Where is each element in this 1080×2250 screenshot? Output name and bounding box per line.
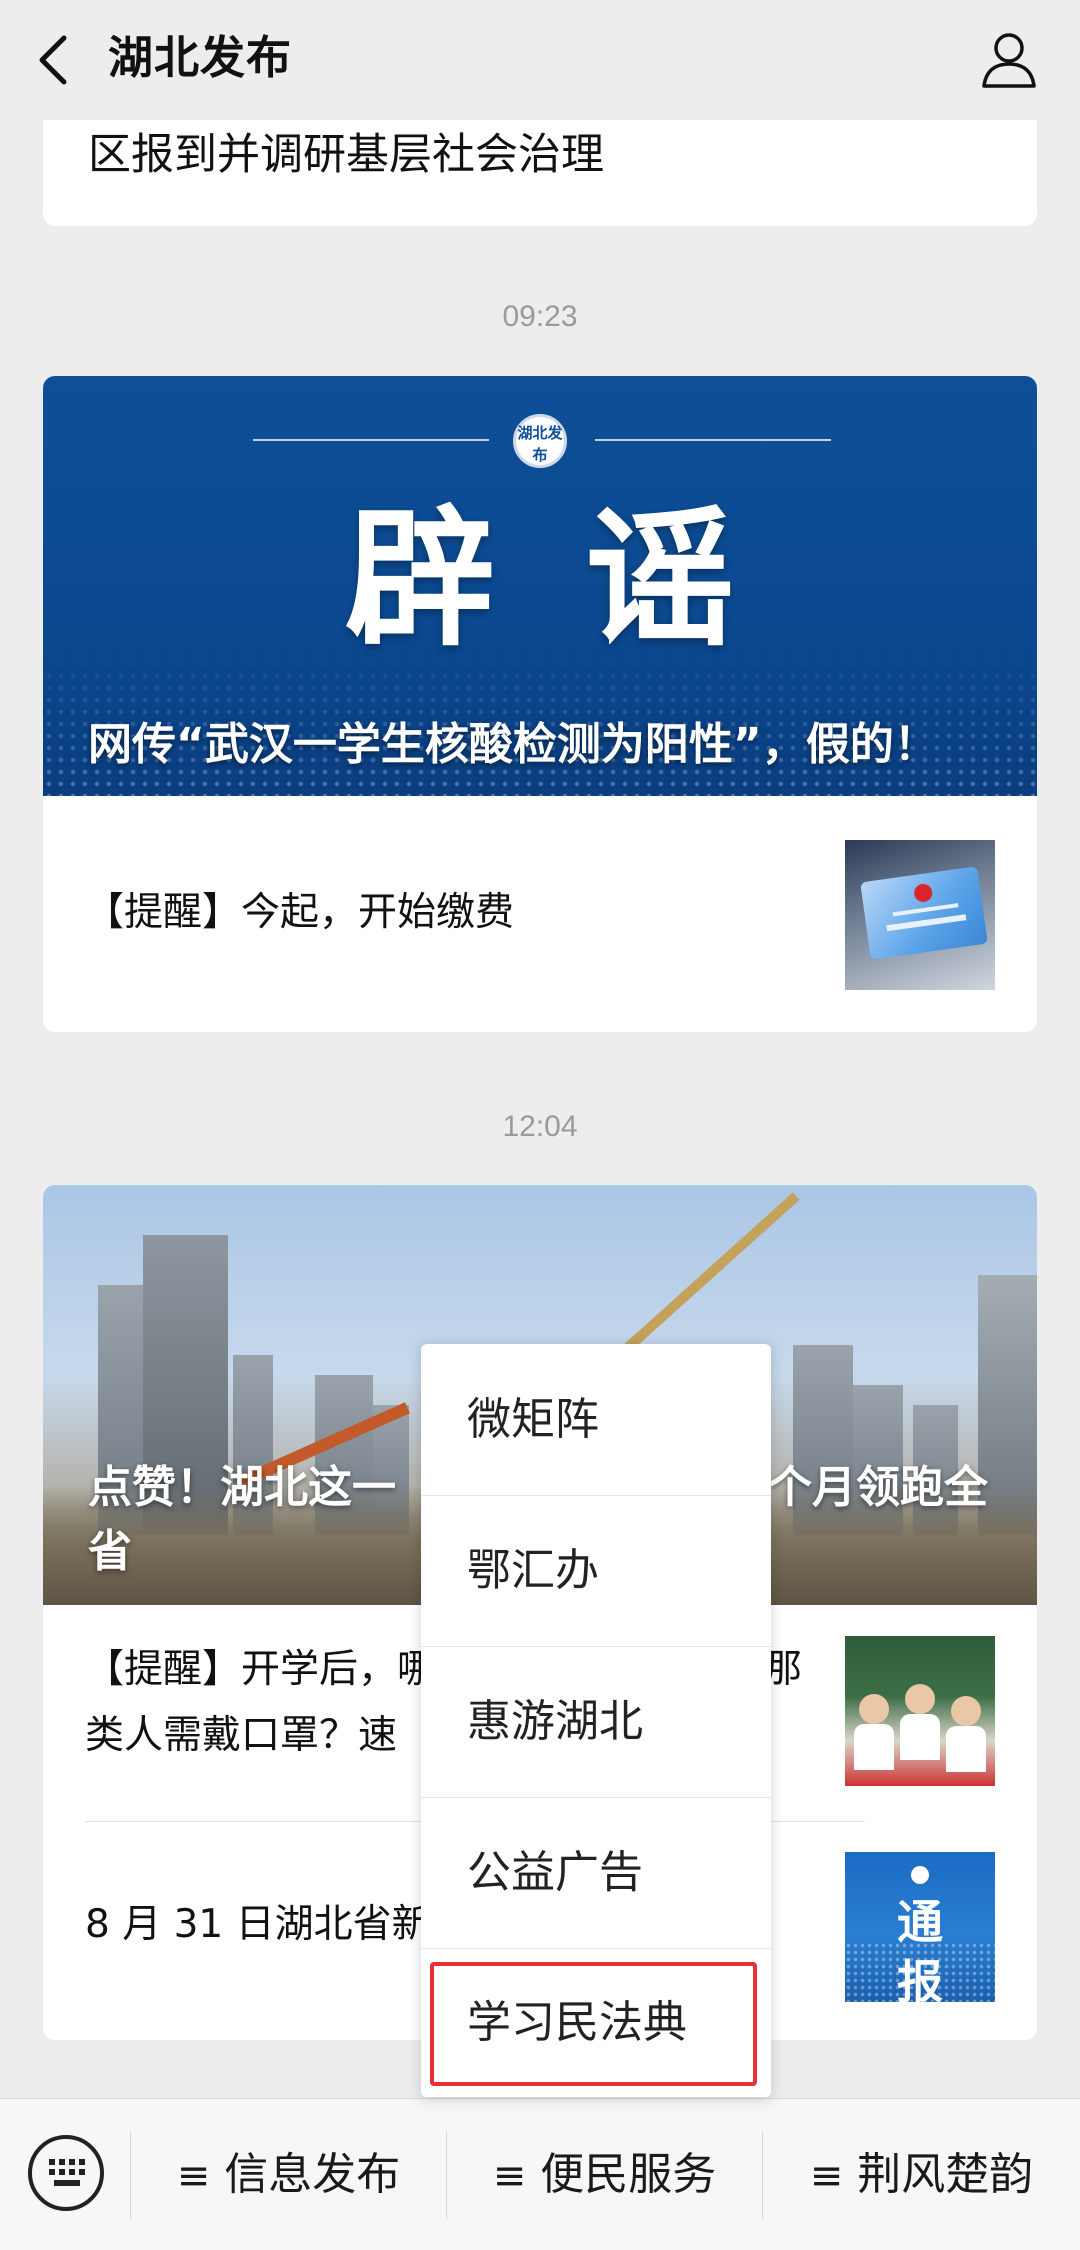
keyboard-toggle-button[interactable] [28,2135,104,2211]
submenu-item-travel-hubei[interactable]: 惠游湖北 [421,1646,771,1797]
menu-label: 信息发布 [224,2149,401,2200]
banner-line-right [595,439,831,441]
message-time: 12:04 [502,1110,578,1143]
bottom-menu-bar: ≡ 信息发布 ≡ 便民服务 ≡ 荆风楚韵 [0,2098,1080,2250]
message-time: 09:23 [502,300,578,333]
rumor-banner-image[interactable]: 湖北发布 辟谣 网传“武汉一学生核酸检测为阳性”，假的！ [43,376,1037,796]
highlight-box [430,1962,757,2086]
rumor-big-title: 辟谣 [344,491,825,667]
menu-icon: ≡ [809,2153,844,2199]
article-card-rumor: 湖北发布 辟谣 网传“武汉一学生核酸检测为阳性”，假的！ 【提醒】今起，开始缴费 [43,376,1037,1032]
profile-icon[interactable] [976,26,1042,92]
city-banner-caption-line2: 省 [88,1526,132,1577]
rumor-banner-caption: 网传“武汉一学生核酸检测为阳性”，假的！ [88,719,938,770]
submenu-item-ehuiban[interactable]: 鄂汇办 [421,1495,771,1646]
back-arrow-icon[interactable] [28,28,78,92]
page-title: 湖北发布 [108,31,293,84]
menu-label: 荆风楚韵 [857,2149,1034,2200]
list-item-title-line1: 【提醒】开学后，哪 [85,1647,437,1692]
list-item-title: 8 月 31 日湖北省新 [85,1902,431,1947]
list-item-title-line2: 类人需戴口罩？速 [85,1713,398,1758]
submenu-item-matrix[interactable]: 微矩阵 [421,1344,771,1495]
menu-icon: ≡ [176,2153,211,2199]
city-banner-caption-right: 个月领跑全 [768,1462,988,1513]
chat-screen: 湖北发布 区报到并调研基层社会治理 09:23 湖北发布 辟谣 网传“武汉一学生… [0,0,1080,2250]
keyboard-icon [49,2159,85,2186]
school-children-thumbnail [845,1636,995,1786]
banner-line-left [253,439,489,441]
hubei-release-logo: 湖北发布 [513,414,567,468]
list-item-title: 【提醒】今起，开始缴费 [85,890,515,935]
city-banner-caption-left: 点赞！湖北这一 [88,1462,396,1513]
menu-public-service[interactable]: ≡ 便民服务 [447,2099,762,2250]
submenu-item-public-ads[interactable]: 公益广告 [421,1797,771,1948]
menu-jingfeng-churyun[interactable]: ≡ 荆风楚韵 [763,2099,1080,2250]
notice-thumbnail: 通报 [845,1852,995,2002]
menu-info-release[interactable]: ≡ 信息发布 [131,2099,446,2250]
social-security-card-thumbnail [845,840,995,990]
header-bar: 湖北发布 [0,0,1080,120]
previous-article-title: 区报到并调研基层社会治理 [88,130,604,180]
logo-text: 湖北发布 [517,424,563,464]
menu-icon: ≡ [492,2153,527,2199]
menu-label: 便民服务 [540,2149,717,2200]
list-item[interactable]: 【提醒】今起，开始缴费 [43,796,1037,1032]
